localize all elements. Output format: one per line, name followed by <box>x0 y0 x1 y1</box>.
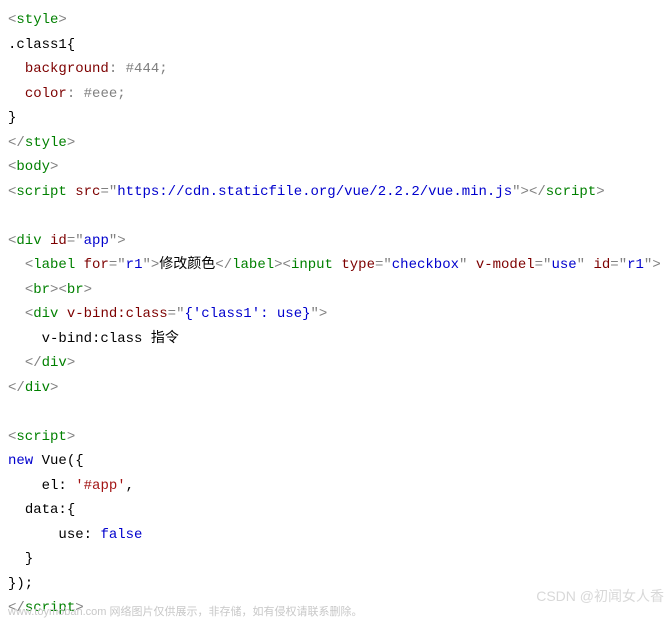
vue-ident: Vue <box>42 453 67 469</box>
css-brace: } <box>8 110 16 126</box>
css-prop: background <box>25 61 109 77</box>
watermark-bottom-left: www.toymoban.com 网络图片仅供展示，非存储，如有侵权请联系删除。 <box>8 603 362 622</box>
attr-vmodel: v-model <box>476 257 535 273</box>
attr-val-src: https://cdn.staticfile.org/vue/2.2.2/vue… <box>117 184 512 200</box>
prop-use: use <box>58 527 83 543</box>
prop-el: el <box>42 478 59 494</box>
kw-new: new <box>8 453 33 469</box>
tag-script2: script <box>16 429 66 445</box>
angle-close: > <box>58 12 66 28</box>
attr-src: src <box>75 184 100 200</box>
label-text: 修改颜色 <box>159 257 215 273</box>
tag-div2: div <box>33 306 58 322</box>
str-app: #app <box>84 478 118 494</box>
tag-style: style <box>16 12 58 28</box>
attr-id: id <box>50 233 67 249</box>
attr-type: type <box>341 257 375 273</box>
attr-id2: id <box>593 257 610 273</box>
code-block: <style> .class1{ background: #444; color… <box>8 8 664 621</box>
bool-false: false <box>100 527 142 543</box>
tag-script: script <box>16 184 66 200</box>
css-val: #444 <box>126 61 160 77</box>
prop-data: data <box>25 502 59 518</box>
css-prop: color <box>25 86 67 102</box>
tag-input: input <box>291 257 333 273</box>
tag-body: body <box>16 159 50 175</box>
tag-label: label <box>33 257 75 273</box>
attr-for: for <box>84 257 109 273</box>
attr-vbindclass: v-bind:class <box>67 306 168 322</box>
tag-div: div <box>16 233 41 249</box>
tag-br: br <box>33 282 50 298</box>
directive-text: v-bind:class 指令 <box>42 331 179 347</box>
watermark-bottom-right: CSDN @初闻女人香 <box>536 584 664 609</box>
attr-val-app: app <box>84 233 109 249</box>
css-val: #eee <box>84 86 118 102</box>
tag-style-close: style <box>25 135 67 151</box>
css-selector: .class1{ <box>8 37 75 53</box>
